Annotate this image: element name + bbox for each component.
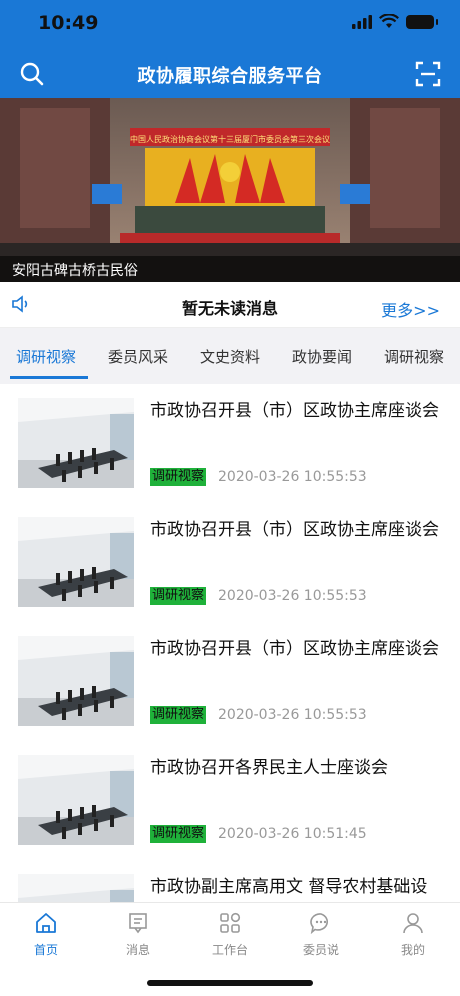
- category-badge: 调研视察: [150, 825, 207, 843]
- tab-news[interactable]: 政协要闻: [276, 328, 368, 384]
- news-item[interactable]: 市政协召开县（市）区政协主席座谈会 调研视察 2020-03-26 10:55:53: [0, 503, 460, 621]
- message-icon: [129, 913, 147, 934]
- workbench-icon: [220, 912, 241, 933]
- news-item[interactable]: 市政协副主席高用文 督导农村基础设: [0, 860, 460, 902]
- news-date: 2020-03-26 10:51:45: [218, 826, 367, 842]
- news-item[interactable]: 市政协召开县（市）区政协主席座谈会 调研视察 2020-03-26 10:55:53: [0, 622, 460, 740]
- home-indicator: [147, 980, 313, 986]
- news-list: 市政协召开县（市）区政协主席座谈会 调研视察 2020-03-26 10:55:53…: [0, 384, 460, 902]
- news-item[interactable]: 市政协召开各界民主人士座谈会 调研视察 2020-03-26 10:51:45: [0, 741, 460, 859]
- scan-icon[interactable]: [414, 60, 442, 88]
- tabbar-label: 委员说: [302, 943, 339, 957]
- tab-history[interactable]: 文史资料: [184, 328, 276, 384]
- status-time: 10:49: [38, 12, 99, 34]
- banner-caption: 安阳古碑古桥古民俗: [0, 256, 460, 282]
- news-thumbnail: [18, 636, 134, 726]
- category-badge: 调研视察: [150, 706, 207, 724]
- signal-icon: [352, 14, 372, 29]
- nav-bar: 政协履职综合服务平台: [0, 50, 460, 98]
- chat-icon: [310, 913, 328, 935]
- wifi-icon: [379, 14, 399, 28]
- category-badge: 调研视察: [150, 468, 207, 486]
- tabbar-chat[interactable]: 委员说: [291, 911, 351, 958]
- more-link[interactable]: 更多>>: [381, 297, 440, 321]
- tabbar-label: 工作台: [211, 943, 248, 957]
- category-tabs: 调研视察 委员风采 文史资料 政协要闻 调研视察: [0, 328, 460, 384]
- news-date: 2020-03-26 10:55:53: [218, 707, 367, 723]
- page-title: 政协履职综合服务平台: [137, 66, 323, 87]
- person-icon: [403, 913, 423, 934]
- news-title: 市政协召开县（市）区政协主席座谈会: [150, 639, 439, 659]
- news-date: 2020-03-26 10:55:53: [218, 588, 367, 604]
- tab-research[interactable]: 调研视察: [0, 328, 92, 384]
- status-icons: [352, 14, 438, 29]
- home-icon: [36, 913, 56, 933]
- banner-slide-text: 中国人民政治协商会议第十三届厦门市委员会第三次会议: [130, 134, 330, 144]
- tabbar-home[interactable]: 首页: [16, 911, 76, 958]
- tabbar-label: 我的: [400, 943, 425, 957]
- news-thumbnail: [18, 874, 134, 902]
- banner-carousel[interactable]: 中国人民政治协商会议第十三届厦门市委员会第三次会议 安阳古碑古桥古民俗: [0, 98, 460, 282]
- tabbar-label: 消息: [125, 943, 150, 957]
- tab-members[interactable]: 委员风采: [92, 328, 184, 384]
- news-title: 市政协召开县（市）区政协主席座谈会: [150, 401, 439, 421]
- category-badge: 调研视察: [150, 587, 207, 605]
- notice-bar[interactable]: 暂无未读消息 更多>>: [0, 282, 460, 328]
- news-title: 市政协副主席高用文 督导农村基础设: [150, 877, 428, 897]
- news-thumbnail: [18, 398, 134, 488]
- news-title: 市政协召开县（市）区政协主席座谈会: [150, 520, 439, 540]
- tabbar-workbench[interactable]: 工作台: [200, 911, 260, 958]
- status-bar: 10:49: [0, 0, 460, 50]
- tabbar-mine[interactable]: 我的: [383, 911, 443, 958]
- news-thumbnail: [18, 517, 134, 607]
- banner-image: 中国人民政治协商会议第十三届厦门市委员会第三次会议: [0, 98, 460, 282]
- news-item[interactable]: 市政协召开县（市）区政协主席座谈会 调研视察 2020-03-26 10:55:53: [0, 384, 460, 502]
- news-date: 2020-03-26 10:55:53: [218, 469, 367, 485]
- news-title: 市政协召开各界民主人士座谈会: [150, 758, 388, 778]
- battery-icon: [406, 14, 438, 29]
- tabbar-label: 首页: [33, 943, 58, 957]
- news-thumbnail: [18, 755, 134, 845]
- tab-research-2[interactable]: 调研视察: [368, 328, 460, 384]
- tabbar-message[interactable]: 消息: [108, 911, 168, 958]
